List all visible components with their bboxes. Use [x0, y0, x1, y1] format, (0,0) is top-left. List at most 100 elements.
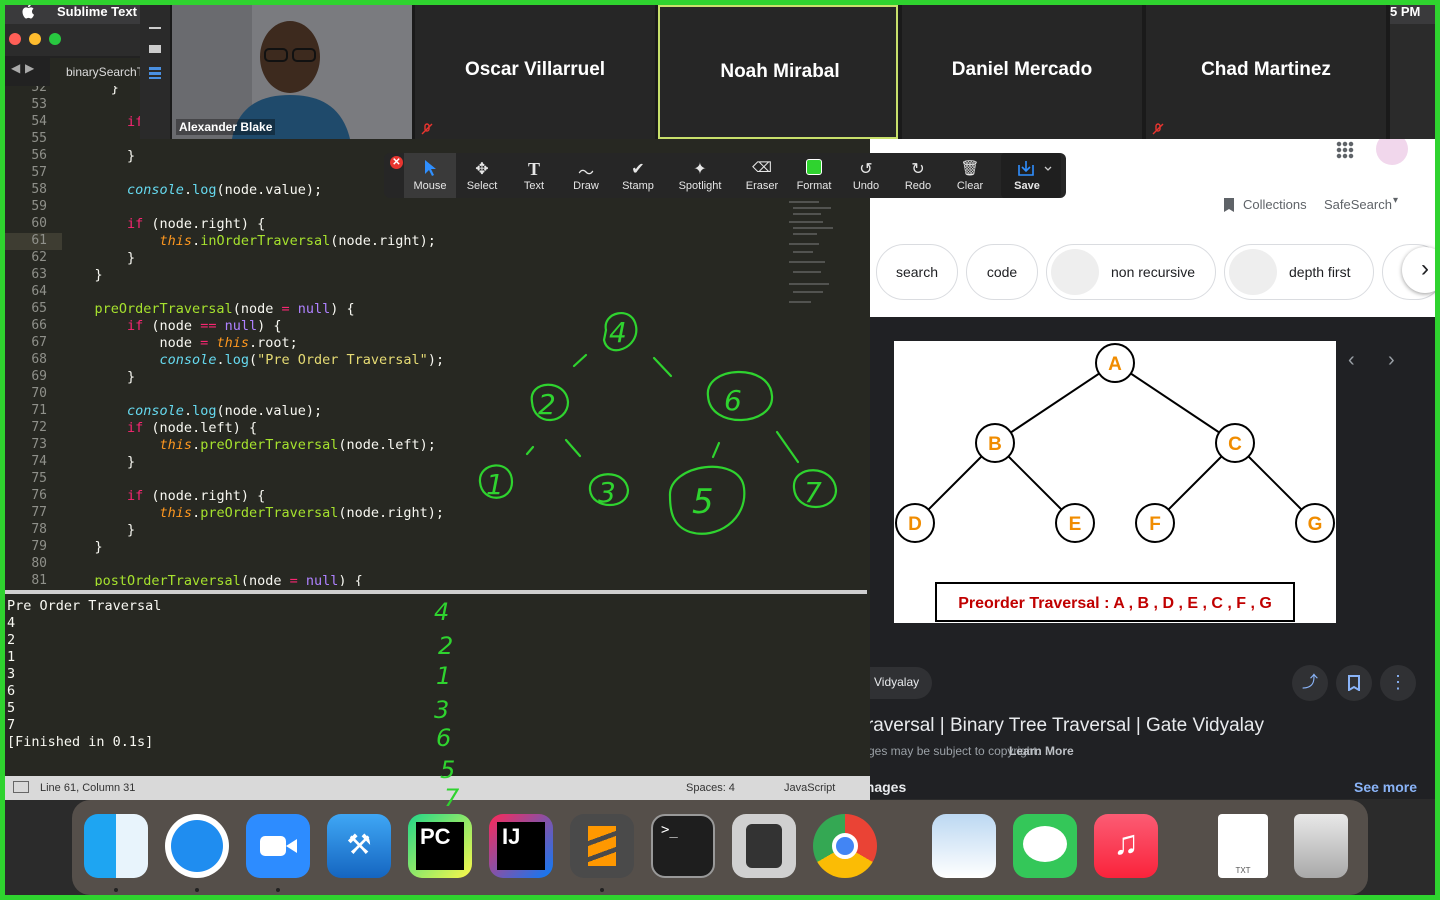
line-number: 75 [31, 471, 47, 486]
code-line[interactable]: preOrderTraversal(node = null) { [62, 301, 355, 317]
self-video-tile[interactable]: Alexander Blake [172, 5, 412, 139]
thumbnail-view-icon[interactable] [149, 45, 161, 53]
squiggle-icon: 〜 [577, 165, 594, 182]
more-options-icon[interactable]: ⋮ [1380, 665, 1416, 701]
see-more-link[interactable]: See more [1354, 779, 1417, 795]
chip-depth-first[interactable]: depth first [1224, 244, 1374, 300]
preorder-diagram-image[interactable]: A B C D E F G Preorder Traversal : A , B… [894, 341, 1336, 623]
output-line: 7 [7, 717, 16, 733]
intellij-icon[interactable]: IJ [489, 814, 553, 878]
minimize-window-button[interactable] [29, 33, 41, 45]
next-image-icon[interactable]: › [1388, 349, 1395, 372]
code-line[interactable]: } [62, 267, 103, 283]
close-window-button[interactable] [9, 33, 21, 45]
cursor-position[interactable]: Line 61, Column 31 [40, 782, 135, 794]
pycharm-label: PC [420, 824, 451, 849]
prev-image-icon[interactable]: ‹ [1348, 349, 1355, 372]
panel-toggle-icon[interactable] [13, 781, 29, 793]
move-icon: ✥ [475, 161, 489, 178]
select-tool[interactable]: ✥ Select [456, 153, 508, 198]
tile-noah[interactable]: Noah Mirabal [658, 5, 916, 139]
line-number: 81 [31, 573, 47, 586]
draw-tool[interactable]: 〜 Draw [560, 153, 612, 198]
close-annotation-button[interactable]: ✕ [390, 156, 403, 169]
tile-oscar[interactable]: Oscar Villarruel [415, 5, 655, 139]
code-line[interactable]: if (node.right) { [62, 488, 265, 504]
chevron-down-icon[interactable]: ▾ [1393, 195, 1398, 206]
line-number: 63 [31, 267, 47, 282]
txt-file-icon[interactable]: TXT [1218, 814, 1268, 878]
code-line[interactable]: } [62, 86, 119, 96]
chip-non-recursive[interactable]: non recursive [1046, 244, 1216, 300]
calculator-icon[interactable] [732, 814, 796, 878]
messages-icon[interactable] [1013, 814, 1077, 878]
spotlight-tool[interactable]: ✦ Spotlight [674, 153, 726, 198]
save-bookmark-icon[interactable] [1336, 665, 1372, 701]
indentation-setting[interactable]: Spaces: 4 [686, 782, 735, 794]
mouse-tool[interactable]: Mouse [404, 153, 456, 198]
safari-icon[interactable] [165, 814, 229, 878]
code-line[interactable]: console.log(node.value); [62, 403, 322, 419]
learn-more-link[interactable]: Learn More [1009, 744, 1074, 758]
music-icon[interactable]: ♫ [1094, 814, 1158, 878]
code-line[interactable]: } [62, 369, 135, 385]
code-line[interactable]: } [62, 454, 135, 470]
zoom-icon[interactable] [246, 814, 310, 878]
gallery-view-icon[interactable] [149, 67, 161, 79]
xcode-icon[interactable]: ⚒ [327, 814, 391, 878]
minimap[interactable] [787, 199, 837, 309]
stamp-tool[interactable]: ✔ Stamp [612, 153, 664, 198]
redo-tool[interactable]: ↻ Redo [892, 153, 944, 198]
tile-daniel[interactable]: Daniel Mercado [902, 5, 1142, 139]
code-line[interactable]: this.preOrderTraversal(node.left); [62, 437, 436, 453]
text-tool[interactable]: T Text [508, 153, 560, 198]
menubar-clock[interactable]: 5 PM [1390, 4, 1420, 19]
preview-icon[interactable] [932, 814, 996, 878]
avatar[interactable] [1376, 139, 1408, 165]
code-line[interactable]: node = this.root; [62, 335, 298, 351]
eraser-tool[interactable]: ⌫ Eraser [736, 153, 788, 198]
tile-chad[interactable]: Chad Martinez [1146, 5, 1386, 139]
code-line[interactable]: } [62, 250, 135, 266]
format-tool[interactable]: Format [788, 153, 840, 198]
app-name-menu[interactable]: Sublime Text [57, 4, 137, 19]
chip-search[interactable]: search [876, 244, 958, 300]
undo-tool[interactable]: ↺ Undo [840, 153, 892, 198]
safesearch-dropdown[interactable]: SafeSearch [1324, 197, 1392, 212]
code-line[interactable]: console.log("Pre Order Traversal"); [62, 352, 445, 368]
chip-code[interactable]: code [966, 244, 1038, 300]
nav-back-icon[interactable]: ◀ [11, 61, 20, 75]
syntax-setting[interactable]: JavaScript [784, 782, 835, 794]
sublime-icon[interactable] [570, 814, 634, 878]
code-line[interactable]: if (node == null) { [62, 318, 281, 334]
chrome-icon[interactable] [813, 814, 877, 878]
code-line[interactable]: console.log(node.value); [62, 182, 322, 198]
share-icon[interactable]: ⤴ [1292, 665, 1328, 701]
bookmark-icon[interactable] [1222, 197, 1236, 213]
trash-icon[interactable] [1294, 814, 1348, 878]
code-line[interactable]: } [62, 539, 103, 555]
source-chip[interactable]: Vidyalay [870, 667, 932, 699]
code-line[interactable]: if (node.left) { [62, 420, 257, 436]
apps-grid-icon[interactable] [1336, 141, 1354, 159]
nav-forward-icon[interactable]: ▶ [25, 61, 34, 75]
save-tool[interactable]: Save [1001, 153, 1061, 198]
maximize-window-button[interactable] [49, 33, 61, 45]
code-line[interactable]: if (node.right) { [62, 216, 265, 232]
collections-link[interactable]: Collections [1243, 197, 1307, 212]
code-line[interactable]: if [62, 114, 143, 130]
minimize-icon[interactable] [149, 27, 161, 29]
finder-icon[interactable] [84, 814, 148, 878]
code-line[interactable]: postOrderTraversal(node = null) { [62, 573, 363, 586]
code-line[interactable]: } [62, 522, 135, 538]
code-line[interactable]: this.inOrderTraversal(node.right); [62, 233, 436, 249]
clear-tool[interactable]: 🗑 Clear [944, 153, 996, 198]
code-line[interactable]: this.preOrderTraversal(node.right); [62, 505, 445, 521]
apple-icon[interactable] [22, 3, 36, 19]
line-number: 80 [31, 556, 47, 571]
terminal-icon[interactable]: >_ [651, 814, 715, 878]
build-output-panel[interactable]: Pre Order Traversal 4 2 1 3 6 5 7 [Finished in 0… [5, 590, 867, 774]
result-title-link[interactable]: Traversal | Binary Tree Traversal | Gate… [870, 715, 1264, 737]
pycharm-icon[interactable]: PC [408, 814, 472, 878]
code-line[interactable]: } [62, 148, 135, 164]
